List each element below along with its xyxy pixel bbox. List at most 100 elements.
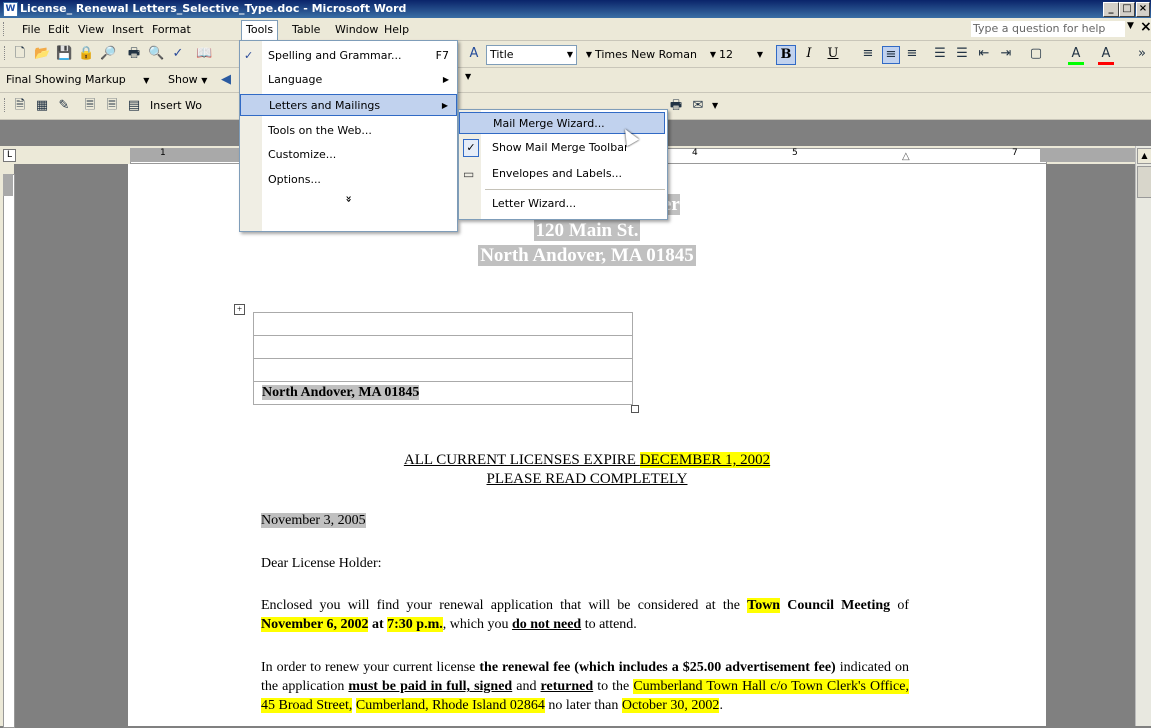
- scroll-up-button[interactable]: ▲: [1137, 148, 1151, 164]
- table-resize-handle[interactable]: [631, 405, 639, 413]
- highlight-icon[interactable]: A: [1068, 46, 1084, 65]
- table-row[interactable]: North Andover, MA 01845: [253, 381, 633, 405]
- checkmark-icon: ✓: [463, 139, 479, 157]
- align-right-icon[interactable]: ≡: [904, 46, 920, 62]
- save-icon[interactable]: 💾: [56, 46, 72, 62]
- letter-date: November 3, 2005: [261, 513, 366, 528]
- scroll-thumb[interactable]: [1137, 166, 1151, 198]
- font-select[interactable]: Times New Roman ▼: [582, 45, 697, 65]
- address-table[interactable]: North Andover, MA 01845: [253, 312, 633, 405]
- styles-pane-icon[interactable]: A: [466, 46, 482, 62]
- merge-to-printer-icon[interactable]: 🖶: [668, 98, 684, 114]
- close-document-button[interactable]: ×: [1140, 19, 1151, 35]
- chevron-down-icon[interactable]: ▼: [712, 101, 718, 110]
- research-icon[interactable]: 📖: [196, 46, 212, 62]
- decrease-indent-icon[interactable]: ⇤: [976, 46, 992, 62]
- italic-button[interactable]: I: [800, 45, 818, 63]
- chevron-down-icon[interactable]: ▼: [465, 72, 471, 81]
- toolbar-grip[interactable]: [4, 46, 8, 60]
- tab-selector-icon[interactable]: L: [3, 149, 16, 162]
- search-icon[interactable]: 🔎: [100, 46, 116, 62]
- align-left-icon[interactable]: ≡: [860, 46, 876, 62]
- table-row[interactable]: [253, 358, 633, 381]
- menu-item-letter-wizard[interactable]: Letter Wizard...: [459, 193, 665, 215]
- new-icon[interactable]: 🗋: [12, 46, 28, 62]
- expand-menu-icon[interactable]: »: [240, 191, 457, 207]
- table-move-handle-icon[interactable]: +: [234, 304, 245, 315]
- previous-change-icon[interactable]: ◀: [218, 72, 234, 88]
- menubar-grip[interactable]: [3, 22, 7, 36]
- chevron-down-icon: ▼: [566, 50, 574, 59]
- display-for-review-select[interactable]: Final Showing Markup ▼: [6, 73, 149, 86]
- menu-help[interactable]: Help: [380, 22, 413, 37]
- menu-format[interactable]: Format: [148, 22, 195, 37]
- menu-item-customize[interactable]: Customize...: [240, 144, 457, 166]
- chevron-down-icon: ▼: [709, 50, 717, 59]
- menu-item-letters-mailings[interactable]: Letters and Mailings ▶: [240, 94, 457, 116]
- font-size-select[interactable]: 12 ▼ ▼: [706, 45, 767, 65]
- chevron-down-icon: ▼: [756, 50, 764, 59]
- menu-tools[interactable]: Tools: [241, 20, 279, 41]
- salutation: Dear License Holder:: [261, 556, 382, 571]
- submenu-arrow-icon: ▶: [442, 75, 449, 84]
- expire-date: DECEMBER 1, 2002: [639, 452, 771, 468]
- insert-fields-icon[interactable]: ▤: [126, 98, 142, 114]
- font-color-icon[interactable]: A: [1098, 46, 1114, 65]
- style-select[interactable]: Title ▼: [486, 45, 577, 65]
- menu-window[interactable]: Window: [331, 22, 382, 37]
- ruler-mark: 7: [1012, 148, 1018, 158]
- ruler-right-margin: [1040, 148, 1135, 162]
- toolbar-grip[interactable]: [4, 98, 8, 112]
- table-row[interactable]: [253, 335, 633, 358]
- right-indent-marker[interactable]: △: [902, 151, 910, 162]
- spelling-icon: ✓: [244, 49, 254, 62]
- insert-address-block-icon[interactable]: 🗏: [82, 98, 98, 114]
- toolbar-options-icon[interactable]: »: [1134, 46, 1150, 62]
- permission-icon[interactable]: 🔒: [78, 46, 94, 62]
- align-center-icon[interactable]: ≡: [882, 46, 900, 64]
- word-app-icon[interactable]: W: [3, 2, 18, 17]
- menu-item-tools-web[interactable]: Tools on the Web...: [240, 120, 457, 142]
- close-button[interactable]: ×: [1136, 2, 1150, 17]
- open-icon[interactable]: 📂: [34, 46, 50, 62]
- vertical-ruler[interactable]: [0, 164, 15, 728]
- ruler-mark: 5: [792, 148, 798, 158]
- document-page[interactable]: over 120 Main St. North Andover, MA 0184…: [128, 164, 1046, 726]
- menu-item-spelling[interactable]: ✓ Spelling and Grammar... F7: [240, 45, 457, 67]
- numbering-icon[interactable]: ☰: [932, 46, 948, 62]
- title-bar: W License_ Renewal Letters_Selective_Typ…: [0, 0, 1151, 18]
- insert-greeting-icon[interactable]: 🗏: [104, 98, 120, 114]
- letters-mailings-submenu: Mail Merge Wizard... ✓ Show Mail Merge To…: [458, 109, 668, 220]
- menu-item-options[interactable]: Options...: [240, 169, 457, 191]
- merge-to-email-icon[interactable]: ✉: [690, 98, 706, 114]
- print-preview-icon[interactable]: 🔍: [148, 46, 164, 62]
- table-row[interactable]: [253, 312, 633, 335]
- menu-item-language[interactable]: Language ▶: [240, 69, 457, 91]
- menu-file[interactable]: File: [18, 22, 44, 37]
- menu-edit[interactable]: Edit: [44, 22, 73, 37]
- menu-bar: File Edit View Insert Format Tools Table…: [0, 18, 1151, 41]
- menu-table[interactable]: Table: [288, 22, 324, 37]
- insert-word-field-button[interactable]: Insert Wo: [150, 99, 202, 112]
- bold-button[interactable]: B: [776, 45, 796, 65]
- maximize-button[interactable]: □: [1119, 2, 1135, 17]
- open-data-source-icon[interactable]: ▦: [34, 98, 50, 114]
- underline-button[interactable]: U: [824, 45, 842, 63]
- vertical-ruler-top-margin: [3, 174, 13, 196]
- menu-insert[interactable]: Insert: [108, 22, 148, 37]
- minimize-button[interactable]: _: [1103, 2, 1119, 17]
- increase-indent-icon[interactable]: ⇥: [998, 46, 1014, 62]
- chevron-down-icon: ▼: [585, 50, 593, 59]
- show-button[interactable]: Show ▼: [168, 73, 207, 86]
- recipients-icon[interactable]: ✎: [56, 98, 72, 114]
- print-icon[interactable]: 🖶: [126, 46, 142, 62]
- menu-item-envelopes-labels[interactable]: ▭ Envelopes and Labels...: [459, 163, 665, 185]
- vertical-scrollbar[interactable]: ▲: [1135, 146, 1151, 726]
- help-question-input[interactable]: Type a question for help: [970, 20, 1126, 38]
- borders-icon[interactable]: ▢: [1028, 46, 1044, 62]
- help-dropdown-icon[interactable]: ▼: [1127, 21, 1134, 31]
- bullets-icon[interactable]: ☰: [954, 46, 970, 62]
- main-document-setup-icon[interactable]: 🗎: [12, 98, 28, 114]
- spelling-icon[interactable]: ✓: [170, 46, 186, 62]
- menu-view[interactable]: View: [74, 22, 108, 37]
